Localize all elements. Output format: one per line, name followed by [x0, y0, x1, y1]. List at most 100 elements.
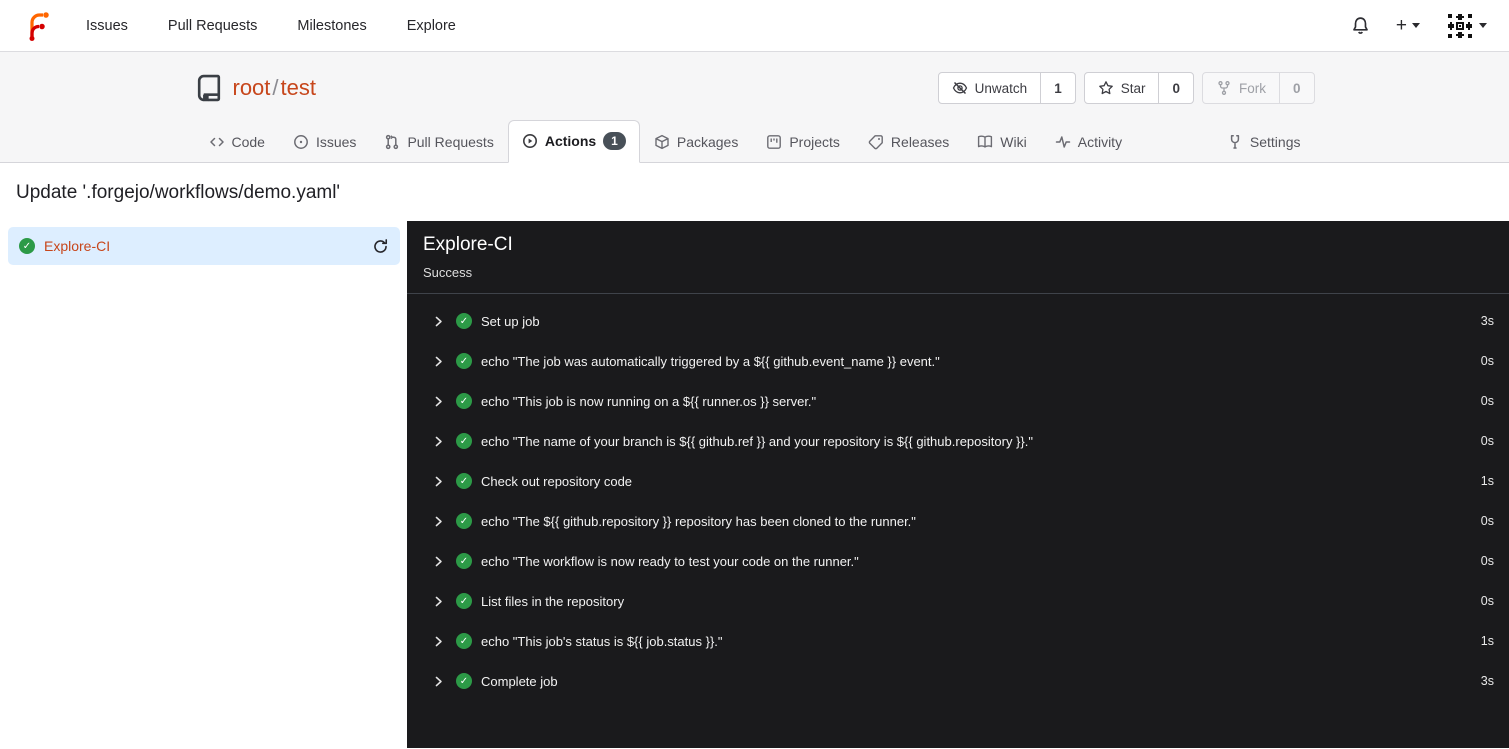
step-success-icon: ✓: [456, 673, 472, 690]
actions-count-badge: 1: [603, 132, 626, 151]
step-row[interactable]: ✓ echo "The name of your branch is ${{ gi…: [407, 421, 1509, 461]
top-navbar: Issues Pull Requests Milestones Explore …: [0, 0, 1509, 52]
job-success-icon: ✓: [19, 238, 35, 255]
repo-icon: [195, 74, 223, 102]
tab-wiki[interactable]: Wiki: [963, 122, 1040, 163]
user-menu[interactable]: [1446, 11, 1487, 40]
step-row[interactable]: ✓ echo "This job's status is ${{ job.stat…: [407, 621, 1509, 661]
chevron-right-icon[interactable]: [432, 515, 445, 528]
package-icon: [654, 134, 670, 150]
step-success-icon: ✓: [456, 633, 472, 650]
step-success-icon: ✓: [456, 313, 472, 330]
chevron-right-icon[interactable]: [432, 355, 445, 368]
forgejo-logo[interactable]: [22, 11, 52, 41]
chevron-right-icon[interactable]: [432, 315, 445, 328]
step-duration: 0s: [1480, 594, 1494, 609]
repo-owner-link[interactable]: root: [233, 75, 271, 100]
step-name: Set up job: [481, 313, 540, 329]
tab-label: Releases: [890, 134, 950, 151]
step-name: echo "The job was automatically triggere…: [481, 353, 940, 369]
step-row[interactable]: ✓ echo "The ${{ github.repository }} repo…: [407, 501, 1509, 541]
star-icon: [1098, 80, 1114, 96]
create-new-button[interactable]: +: [1396, 16, 1420, 35]
step-row[interactable]: ✓ echo "The job was automatically trigger…: [407, 341, 1509, 381]
step-success-icon: ✓: [456, 513, 472, 530]
step-name: echo "The ${{ github.repository }} repos…: [481, 513, 916, 529]
step-duration: 3s: [1480, 674, 1494, 689]
tab-issues[interactable]: Issues: [279, 122, 370, 163]
step-row[interactable]: ✓ echo "This job is now running on a ${{ …: [407, 381, 1509, 421]
step-duration: 1s: [1480, 474, 1494, 489]
chevron-right-icon[interactable]: [432, 555, 445, 568]
job-sidebar: ✓ Explore-CI: [0, 221, 407, 748]
tab-releases[interactable]: Releases: [854, 122, 963, 163]
job-panel-title: Explore-CI: [423, 234, 513, 256]
job-panel-header: Explore-CI Success: [407, 221, 1509, 295]
step-row[interactable]: ✓ Complete job 3s: [407, 661, 1509, 701]
navbar-links: Issues Pull Requests Milestones Explore: [86, 18, 496, 34]
tab-label: Code: [231, 134, 265, 151]
tab-pull-requests[interactable]: Pull Requests: [370, 122, 507, 163]
tag-icon: [868, 134, 884, 150]
code-icon: [209, 134, 225, 150]
job-name: Explore-CI: [44, 238, 111, 255]
notifications-bell-icon[interactable]: [1351, 16, 1370, 35]
step-row[interactable]: ✓ List files in the repository 0s: [407, 581, 1509, 621]
step-duration: 3s: [1480, 314, 1494, 329]
step-row[interactable]: ✓ echo "The workflow is now ready to test…: [407, 541, 1509, 581]
repo-title: root/test: [195, 74, 316, 102]
chevron-right-icon[interactable]: [432, 475, 445, 488]
chevron-right-icon[interactable]: [432, 675, 445, 688]
plus-icon: +: [1395, 15, 1407, 36]
stars-count[interactable]: 0: [1158, 73, 1193, 103]
watchers-count[interactable]: 1: [1040, 73, 1075, 103]
tab-projects[interactable]: Projects: [752, 122, 854, 163]
repo-name-link[interactable]: test: [281, 75, 316, 100]
job-log-panel: Explore-CI Success ✓ Set up job 3s ✓ echo "T…: [407, 221, 1509, 749]
tab-label: Activity: [1077, 134, 1123, 151]
unwatch-button[interactable]: Unwatch 1: [937, 72, 1076, 104]
chevron-right-icon[interactable]: [432, 395, 445, 408]
tab-label: Wiki: [1000, 134, 1027, 151]
tab-code[interactable]: Code: [195, 122, 279, 163]
nav-issues[interactable]: Issues: [86, 18, 128, 34]
step-row[interactable]: ✓ Check out repository code 1s: [407, 461, 1509, 501]
step-success-icon: ✓: [456, 393, 472, 410]
step-success-icon: ✓: [456, 433, 472, 450]
nav-milestones[interactable]: Milestones: [297, 18, 366, 34]
tools-icon: [1227, 134, 1243, 150]
run-layout: ✓ Explore-CI Explore-CI Success ✓ Set up …: [0, 221, 1509, 749]
step-name: Complete job: [481, 673, 558, 689]
repo-actions: Unwatch 1 Star 0 Fork 0: [937, 72, 1315, 104]
navbar-right: +: [1351, 11, 1487, 40]
step-row[interactable]: ✓ Set up job 3s: [407, 301, 1509, 341]
tab-activity[interactable]: Activity: [1041, 122, 1136, 163]
tab-packages[interactable]: Packages: [640, 122, 752, 163]
step-name: Check out repository code: [481, 473, 633, 489]
pulse-icon: [1055, 134, 1071, 150]
issue-icon: [293, 134, 309, 150]
star-button[interactable]: Star 0: [1083, 72, 1194, 104]
play-circle-icon: [522, 133, 538, 149]
tab-actions[interactable]: Actions 1: [507, 120, 640, 164]
steps-list: ✓ Set up job 3s ✓ echo "The job was automati…: [407, 294, 1509, 701]
eye-slash-icon: [952, 80, 968, 96]
job-list-item[interactable]: ✓ Explore-CI: [8, 227, 400, 266]
refresh-icon[interactable]: [372, 238, 389, 255]
chevron-right-icon[interactable]: [432, 595, 445, 608]
step-success-icon: ✓: [456, 553, 472, 570]
tab-label: Projects: [789, 134, 840, 151]
unwatch-label: Unwatch: [974, 80, 1028, 96]
nav-pull-requests[interactable]: Pull Requests: [168, 18, 257, 34]
forks-count: 0: [1278, 73, 1314, 103]
tab-label: Settings: [1249, 134, 1301, 151]
tab-settings[interactable]: Settings: [1213, 122, 1315, 163]
nav-explore[interactable]: Explore: [407, 18, 456, 34]
step-name: List files in the repository: [481, 593, 625, 609]
star-label: Star: [1120, 80, 1146, 96]
chevron-right-icon[interactable]: [432, 635, 445, 648]
fork-icon: [1216, 80, 1232, 96]
job-status-text: Success: [423, 265, 473, 281]
chevron-right-icon[interactable]: [432, 435, 445, 448]
git-pull-request-icon: [384, 134, 400, 150]
